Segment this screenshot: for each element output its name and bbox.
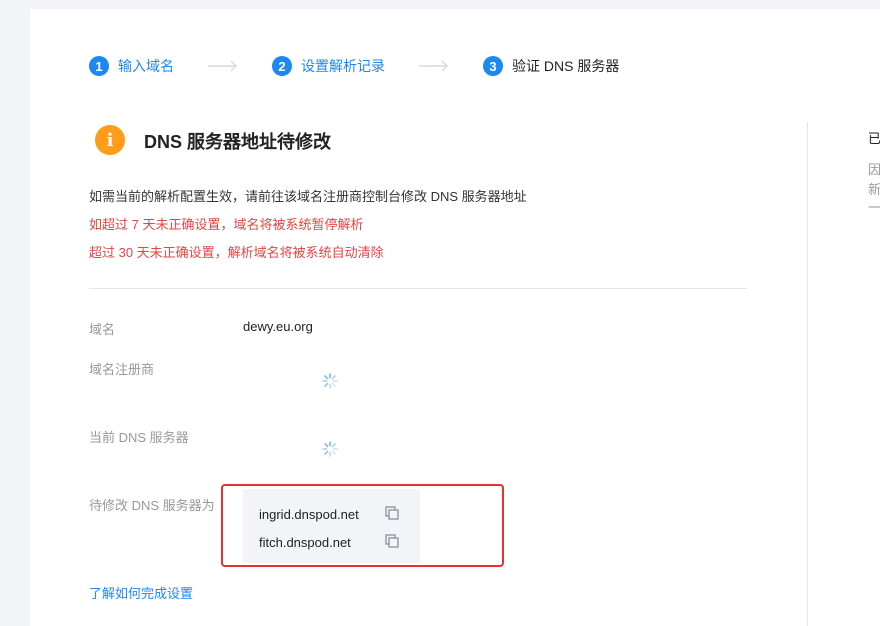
registrar-label: 域名注册商 bbox=[89, 362, 155, 377]
loading-spinner-icon bbox=[322, 373, 338, 389]
step-2-number: 2 bbox=[272, 56, 292, 76]
side-panel-text-4: 一 bbox=[868, 200, 880, 215]
step-1-number: 1 bbox=[89, 56, 109, 76]
loading-spinner-icon bbox=[322, 441, 338, 457]
step-indicator: 1 输入域名 2 设置解析记录 3 验证 DNS 服务器 bbox=[89, 56, 619, 76]
step-3: 3 验证 DNS 服务器 bbox=[483, 56, 619, 76]
step-2: 2 设置解析记录 bbox=[272, 56, 385, 76]
step-3-label: 验证 DNS 服务器 bbox=[512, 58, 620, 74]
step-1: 1 输入域名 bbox=[89, 56, 174, 76]
target-dns-label: 待修改 DNS 服务器为 bbox=[89, 498, 215, 513]
side-panel-text-2: 因 bbox=[868, 162, 880, 177]
highlight-box bbox=[221, 484, 504, 567]
domain-value: dewy.eu.org bbox=[243, 319, 313, 334]
step-arrow-icon bbox=[419, 56, 449, 76]
step-2-label: 设置解析记录 bbox=[301, 58, 385, 74]
help-link[interactable]: 了解如何完成设置 bbox=[89, 583, 193, 602]
info-warning-icon: i bbox=[95, 125, 125, 155]
warning-text-2: 超过 30 天未正确设置，解析域名将被系统自动清除 bbox=[89, 245, 384, 260]
domain-label: 域名 bbox=[89, 322, 116, 337]
notice-description: 如需当前的解析配置生效，请前往该域名注册商控制台修改 DNS 服务器地址 bbox=[89, 189, 527, 204]
divider bbox=[89, 288, 747, 289]
step-arrow-icon bbox=[208, 56, 238, 76]
side-panel-text-3: 新 bbox=[868, 182, 880, 197]
step-1-label: 输入域名 bbox=[118, 58, 174, 74]
step-3-number: 3 bbox=[483, 56, 503, 76]
current-dns-label: 当前 DNS 服务器 bbox=[89, 430, 189, 445]
page-title: DNS 服务器地址待修改 bbox=[144, 132, 332, 152]
vertical-divider bbox=[807, 122, 808, 626]
side-panel-text-1: 已 bbox=[868, 131, 880, 146]
warning-text-1: 如超过 7 天未正确设置，域名将被系统暂停解析 bbox=[89, 217, 364, 232]
